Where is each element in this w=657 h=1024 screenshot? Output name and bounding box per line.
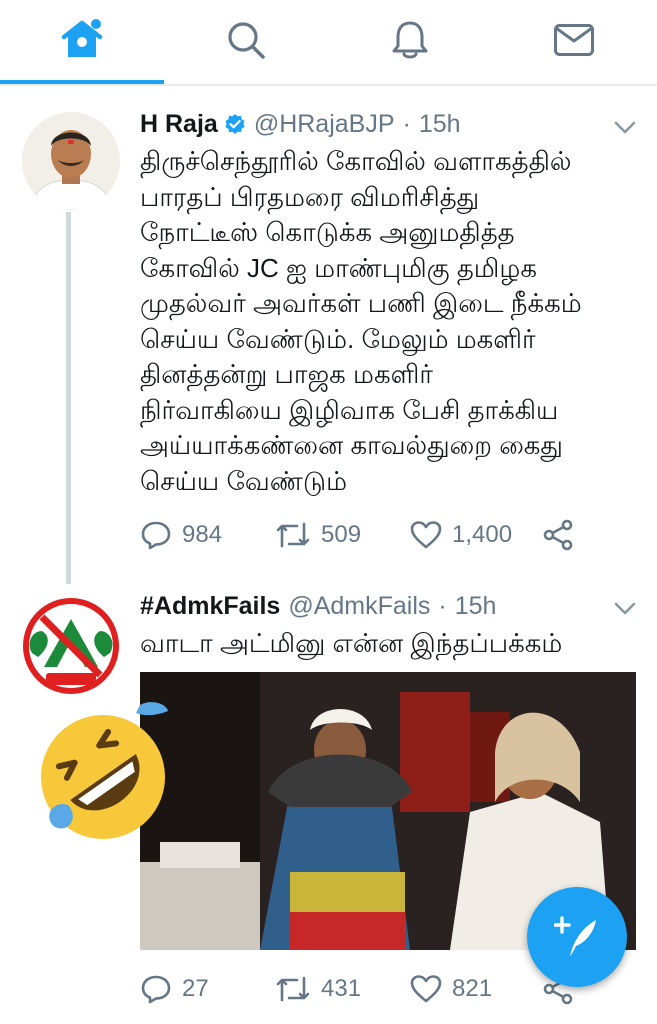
avatar-hraja[interactable] [22,112,120,210]
tweet-timestamp[interactable]: 15h [419,110,461,139]
tab-home[interactable] [0,0,164,80]
share-icon [543,519,573,551]
nav-divider [0,84,657,86]
tweet-actions: 27 431 821 [140,971,600,1007]
tweet-text-line: கோவில் JC ஐ மாண்புமிகு தமிழக [140,252,537,283]
tweet-header: H Raja @HRajaBJP · 15h [140,107,461,141]
author-name[interactable]: #AdmkFails [140,592,280,621]
reply-button[interactable]: 984 [140,517,222,553]
tweet-header: #AdmkFails @AdmkFails · 15h [140,589,496,623]
search-icon [228,22,265,59]
thread-connector-line [66,212,71,584]
author-handle[interactable]: @AdmkFails [288,592,430,621]
author-name[interactable]: H Raja [140,110,218,139]
reply-button[interactable]: 27 [140,971,209,1007]
like-button[interactable]: 1,400 [410,517,512,553]
tweet-text-line: செய்ய வேண்டும் [140,465,347,496]
header-separator: · [402,109,411,138]
rofl-emoji-icon [41,702,168,839]
author-handle[interactable]: @HRajaBJP [254,110,395,139]
compose-tweet-icon [554,916,596,956]
retweet-count: 431 [321,975,362,1002]
tweet-text-line: வாடா அட்மினு என்ன இந்தப்பக்கம் [140,628,563,658]
share-button[interactable] [542,517,584,553]
tab-messages[interactable] [492,0,656,80]
chevron-down-icon[interactable] [614,602,636,616]
retweet-button[interactable]: 431 [275,971,361,1007]
reply-icon [141,975,171,1004]
tab-notifications[interactable] [328,0,492,80]
retweet-button[interactable]: 509 [275,517,361,553]
like-count: 1,400 [452,521,513,548]
retweet-count: 509 [321,521,362,548]
tweet-text-line: தினத்தன்று பாஜக மகளிர் [140,359,433,389]
top-navigation [0,0,657,86]
header-separator: · [438,591,447,620]
like-count: 821 [452,975,493,1002]
tweet-text: திருச்செந்தூரில் கோவில் வளாகத்தில் பாரதப… [140,144,640,499]
like-button[interactable]: 821 [410,971,492,1007]
avatar-admkfails[interactable] [22,597,120,695]
reply-count: 27 [182,975,209,1002]
reply-count: 984 [182,521,223,548]
tab-search[interactable] [164,0,328,80]
tweet-text-line: திருச்செந்தூரில் கோவில் வளாகத்தில் [140,146,572,176]
tweet-text-line: அய்யாக்கண்னை காவல்துறை கைது [140,430,563,460]
retweet-icon [276,522,310,548]
tweet-text-line: நிர்வாகியை இழிவாக பேசி தாக்கிய [140,394,559,425]
reply-icon [141,521,171,550]
verified-badge-icon [225,114,245,134]
tweet-text-line: முதல்வர் அவர்கள் பணி இடை நீக்கம் [140,288,582,318]
tweet-text-line: செய்ய வேண்டும். மேலும் மகளிர் [140,323,536,354]
retweet-icon [276,976,310,1002]
heart-icon [410,521,442,549]
tweet-actions: 984 509 1,400 [140,517,600,553]
tweet-timestamp[interactable]: 15h [455,592,497,621]
home-icon [61,19,103,57]
tweet-text: வாடா அட்மினு என்ன இந்தப்பக்கம் [140,626,640,662]
tweet-text-line: நோட்டீஸ் கொடுக்க அனுமதித்த [140,217,515,247]
heart-icon [410,975,442,1003]
compose-tweet-button[interactable] [527,887,627,987]
tweet-text-line: பாரதப் பிரதமரை விமரிசித்து [140,181,480,212]
mail-icon [554,24,594,56]
chevron-down-icon[interactable] [614,121,636,135]
bell-icon [392,21,428,59]
